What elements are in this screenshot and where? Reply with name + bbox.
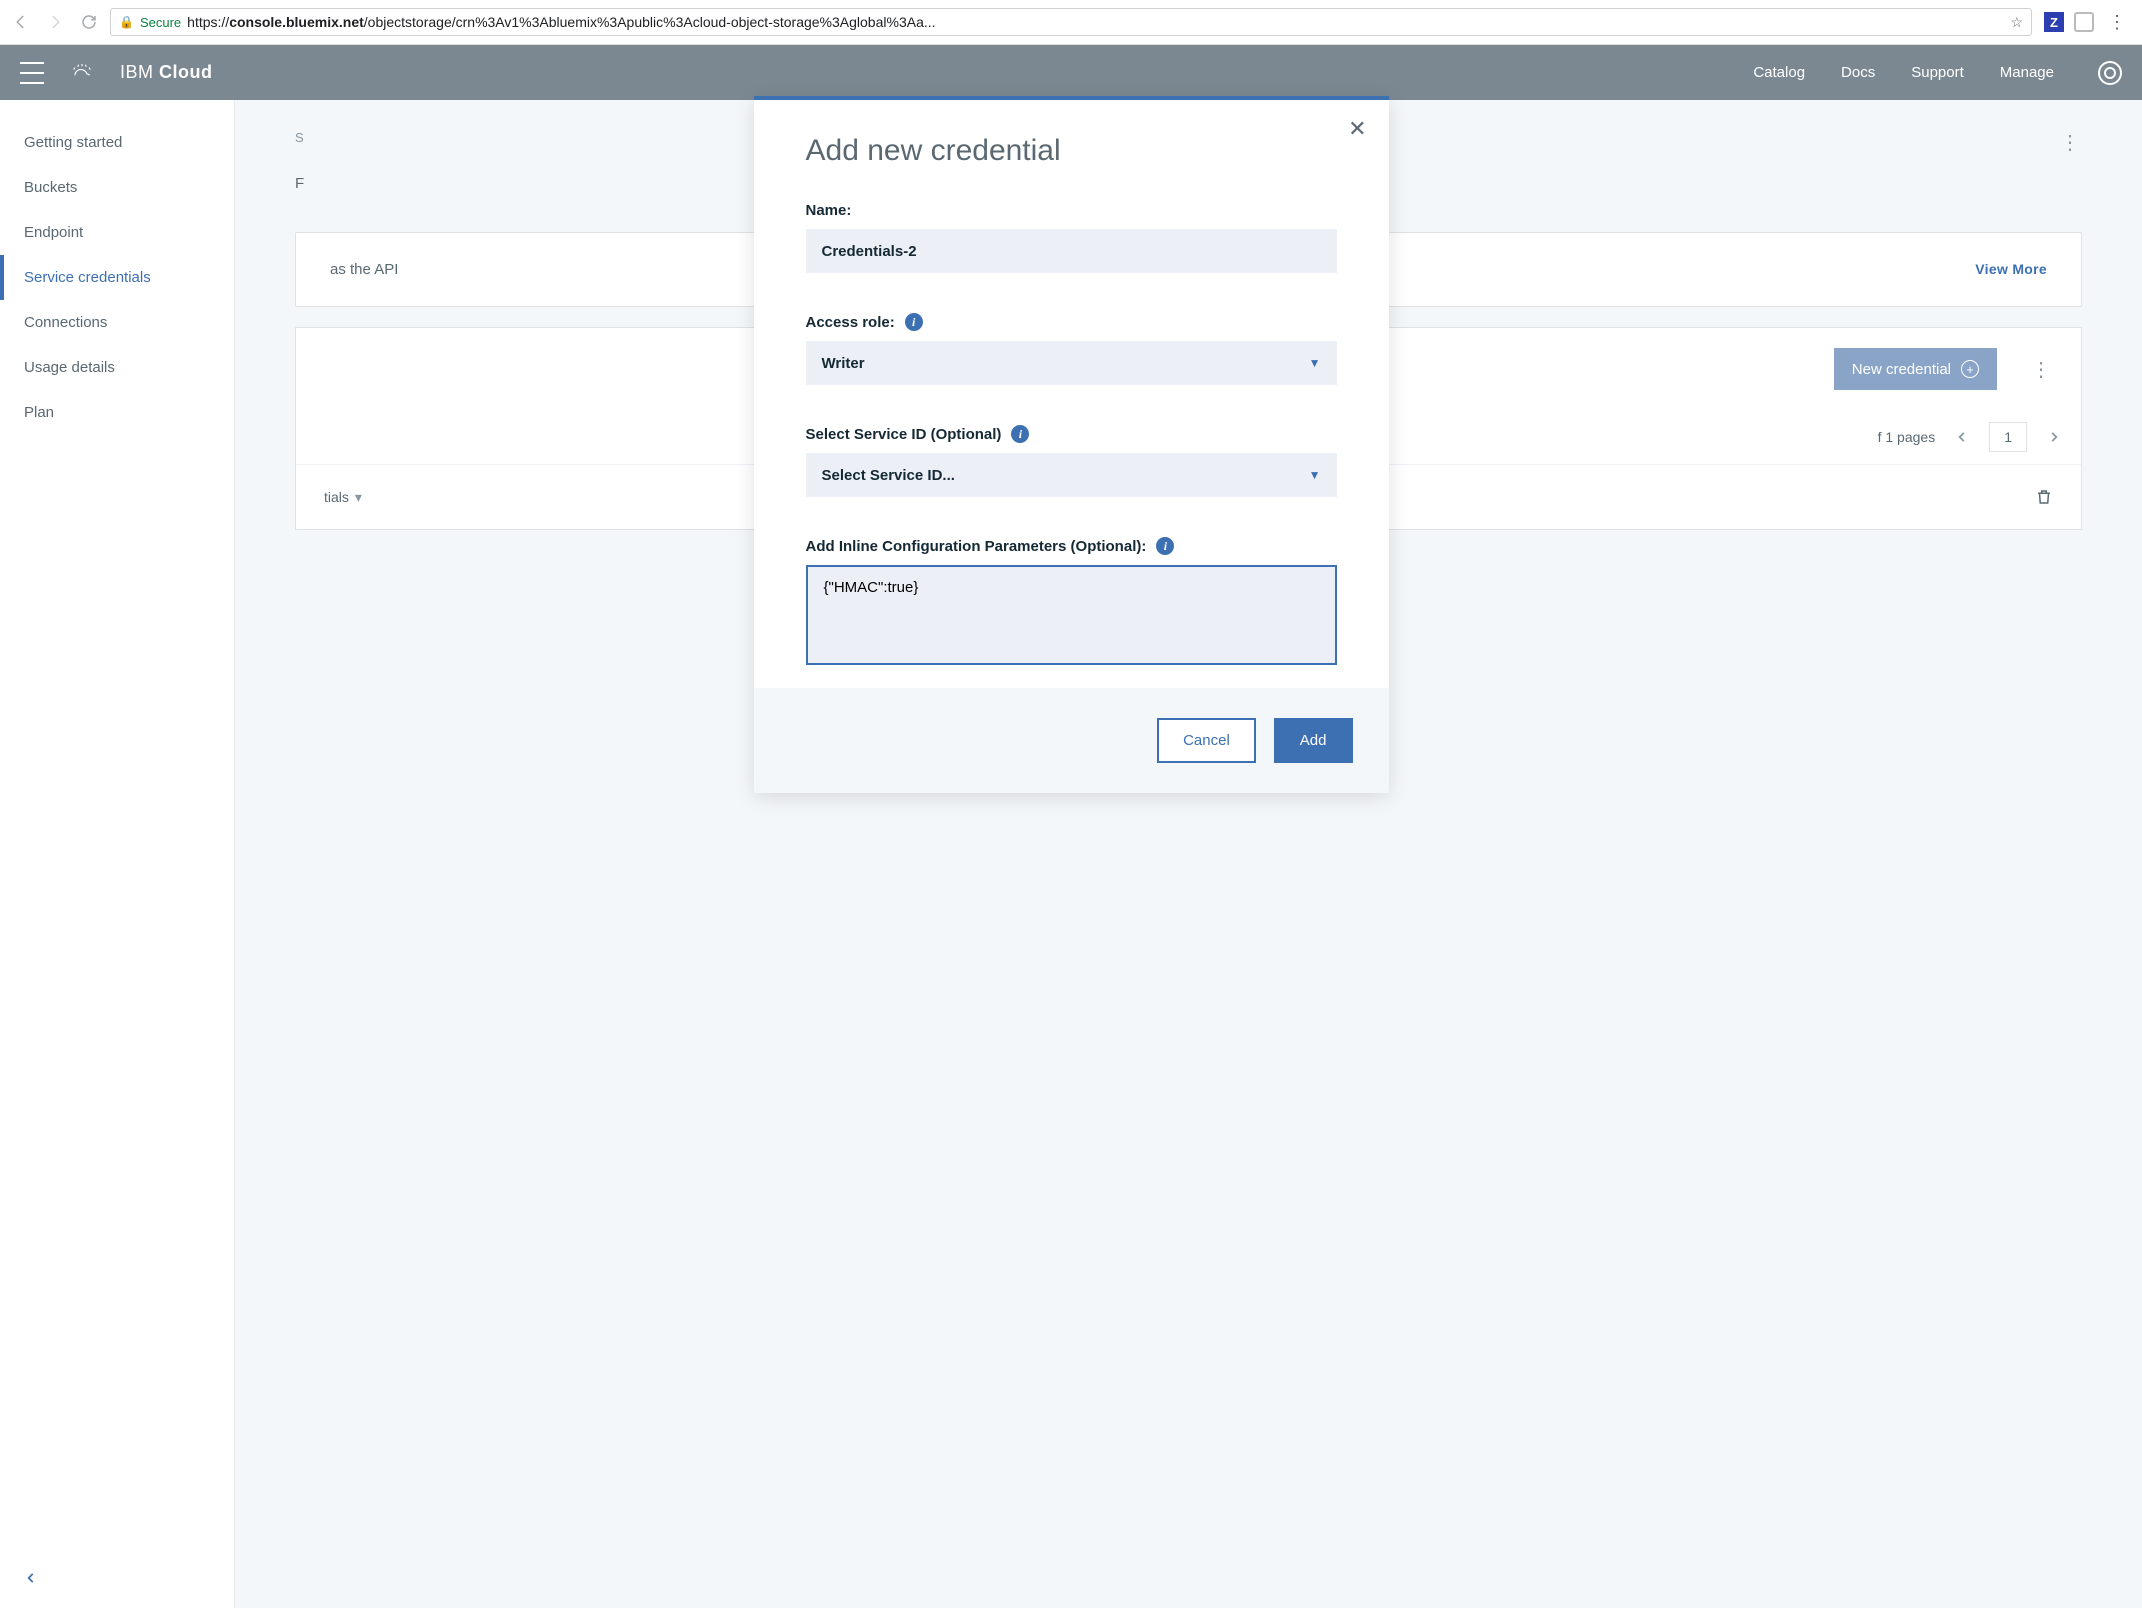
secure-label: Secure <box>140 15 181 30</box>
new-credential-button[interactable]: New credential + <box>1834 348 1997 390</box>
breadcrumb-fragment: S <box>295 130 304 145</box>
nav-manage[interactable]: Manage <box>2000 64 2054 81</box>
address-bar[interactable]: 🔒 Secure https://console.bluemix.net/obj… <box>110 8 2032 36</box>
name-input[interactable] <box>806 229 1337 273</box>
info-icon[interactable]: i <box>1156 537 1174 555</box>
info-icon[interactable]: i <box>905 313 923 331</box>
sidebar-item-service-credentials[interactable]: Service credentials <box>0 255 234 300</box>
top-nav: IBM Cloud Catalog Docs Support Manage <box>0 45 2142 100</box>
user-avatar-icon[interactable] <box>2098 61 2122 85</box>
url-text: https://console.bluemix.net/objectstorag… <box>187 14 935 30</box>
browser-chrome: 🔒 Secure https://console.bluemix.net/obj… <box>0 0 2142 45</box>
bookmark-star-icon[interactable]: ☆ <box>2010 14 2023 31</box>
service-id-select[interactable]: Select Service ID... ▼ <box>806 453 1337 497</box>
info-icon[interactable]: i <box>1011 425 1029 443</box>
nav-support[interactable]: Support <box>1911 64 1964 81</box>
caret-down-icon: ▼ <box>1309 356 1321 370</box>
nav-catalog[interactable]: Catalog <box>1753 64 1805 81</box>
nav-docs[interactable]: Docs <box>1841 64 1875 81</box>
sidebar-item-connections[interactable]: Connections <box>0 300 234 345</box>
add-credential-modal: ✕ Add new credential Name: Access role: … <box>754 96 1389 793</box>
sidebar-item-buckets[interactable]: Buckets <box>0 165 234 210</box>
info-card-text: as the API <box>330 261 398 278</box>
pager-current[interactable]: 1 <box>1989 422 2027 452</box>
add-button[interactable]: Add <box>1274 718 1353 763</box>
reload-icon[interactable] <box>80 13 98 31</box>
new-credential-label: New credential <box>1852 361 1951 378</box>
pager-text: f 1 pages <box>1878 429 1936 445</box>
back-icon[interactable] <box>12 13 30 31</box>
extension-placeholder-icon[interactable] <box>2074 12 2094 32</box>
pager-next-icon[interactable] <box>2047 430 2061 444</box>
inline-config-label: Add Inline Configuration Parameters (Opt… <box>806 537 1337 555</box>
modal-footer: Cancel Add <box>754 688 1389 793</box>
lock-icon: 🔒 <box>119 15 134 29</box>
close-icon[interactable]: ✕ <box>1348 116 1366 142</box>
service-id-label: Select Service ID (Optional) i <box>806 425 1337 443</box>
pager-prev-icon[interactable] <box>1955 430 1969 444</box>
forward-icon[interactable] <box>46 13 64 31</box>
sidebar-item-usage-details[interactable]: Usage details <box>0 345 234 390</box>
sidebar: Getting started Buckets Endpoint Service… <box>0 100 235 1608</box>
menu-icon[interactable] <box>20 62 44 84</box>
card-actions-icon[interactable]: ⋮ <box>2031 357 2053 382</box>
modal-title: Add new credential <box>806 134 1337 168</box>
inline-config-textarea[interactable] <box>806 565 1337 665</box>
access-role-value: Writer <box>822 355 865 372</box>
sidebar-item-endpoint[interactable]: Endpoint <box>0 210 234 255</box>
view-more-link[interactable]: View More <box>1975 261 2047 277</box>
trash-icon[interactable] <box>2035 487 2053 507</box>
access-role-label: Access role: i <box>806 313 1337 331</box>
cancel-button[interactable]: Cancel <box>1157 718 1256 763</box>
extension-z-icon[interactable]: Z <box>2044 12 2064 32</box>
access-role-select[interactable]: Writer ▼ <box>806 341 1337 385</box>
page-actions-icon[interactable]: ⋮ <box>2060 130 2082 155</box>
chevron-down-icon: ▾ <box>355 489 362 506</box>
credential-row-label: tials <box>324 489 349 505</box>
plus-icon: + <box>1961 360 1979 378</box>
sidebar-item-getting-started[interactable]: Getting started <box>0 120 234 165</box>
caret-down-icon: ▼ <box>1309 468 1321 482</box>
name-label: Name: <box>806 202 1337 219</box>
brand-text: IBM Cloud <box>120 62 213 83</box>
ibm-cloud-logo-icon <box>68 60 96 85</box>
service-id-value: Select Service ID... <box>822 467 955 484</box>
sidebar-item-plan[interactable]: Plan <box>0 390 234 435</box>
browser-menu-icon[interactable]: ⋮ <box>2104 12 2130 33</box>
sidebar-collapse-icon[interactable] <box>0 1551 234 1608</box>
